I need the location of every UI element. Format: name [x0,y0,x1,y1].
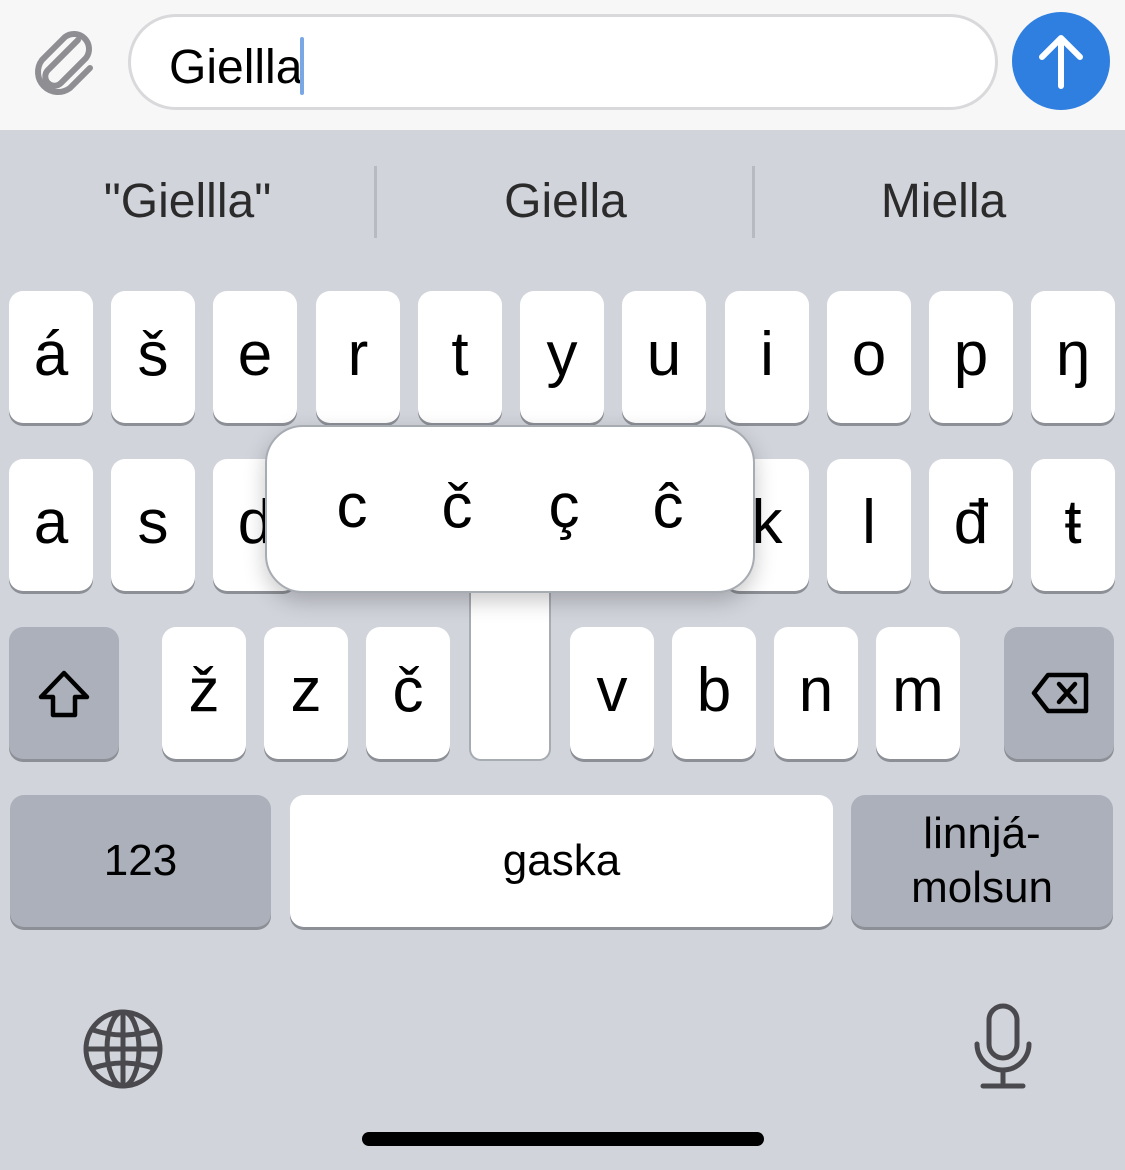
return-key[interactable]: linnjá- molsun [851,795,1113,927]
message-input[interactable]: Giellla [128,14,998,110]
popup-stem [469,580,551,761]
microphone-icon[interactable] [968,1002,1038,1092]
key[interactable]: s [111,459,195,591]
key[interactable]: ŧ [1031,459,1115,591]
text-caret [300,37,305,95]
key[interactable]: a [9,459,93,591]
suggestion-miella[interactable]: Miella [756,172,1125,232]
return-label-line1: linnjá- [923,809,1041,858]
key[interactable]: č [366,627,450,759]
composer-bar: Giellla [0,0,1125,130]
key[interactable]: z [264,627,348,759]
delete-icon [1031,672,1089,714]
delete-key[interactable] [1004,627,1114,759]
divider [752,166,755,238]
accent-option[interactable]: ç [514,467,614,547]
key[interactable]: á [9,291,93,423]
suggestion-literal[interactable]: "Giellla" [0,172,375,232]
key[interactable]: t [418,291,502,423]
key[interactable]: p [929,291,1013,423]
key[interactable]: r [316,291,400,423]
key[interactable]: o [827,291,911,423]
accent-option[interactable]: ĉ [618,467,718,547]
key[interactable]: v [570,627,654,759]
accent-popup: c č ç ĉ [265,425,755,593]
divider [374,166,377,238]
home-indicator[interactable] [362,1132,764,1146]
return-label-line2: molsun [911,863,1053,912]
shift-key[interactable] [9,627,119,759]
suggestion-giella[interactable]: Giella [378,172,753,232]
key[interactable]: u [622,291,706,423]
arrow-up-icon [1039,35,1083,89]
predictive-bar: "Giellla" Giella Miella [0,160,1125,246]
key[interactable]: đ [929,459,1013,591]
accent-option[interactable]: c [302,467,402,547]
key[interactable]: e [213,291,297,423]
key[interactable]: n [774,627,858,759]
accent-option[interactable]: č [407,467,507,547]
key[interactable]: i [725,291,809,423]
send-button[interactable] [1012,12,1110,110]
key[interactable]: š [111,291,195,423]
key[interactable]: l [827,459,911,591]
message-text: Giellla [169,37,305,95]
key[interactable]: m [876,627,960,759]
numbers-key[interactable]: 123 [10,795,271,927]
key[interactable]: b [672,627,756,759]
globe-icon[interactable] [82,1008,164,1090]
key[interactable]: ž [162,627,246,759]
shift-icon [38,670,90,718]
paperclip-icon[interactable] [30,26,100,98]
space-key[interactable]: gaska [290,795,833,927]
key[interactable]: y [520,291,604,423]
key[interactable]: ŋ [1031,291,1115,423]
